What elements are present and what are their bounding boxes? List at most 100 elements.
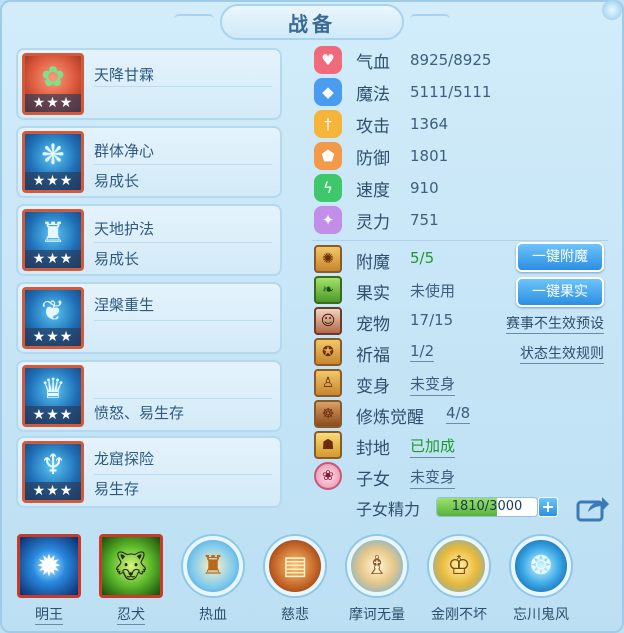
preset-link[interactable]: 赛事不生效预设 (506, 313, 604, 334)
bottom-skill-bar: ✹ 明王 🐺︎ 忍犬 ♜ 热血 ▤ 慈悲 ♗ 摩诃无量 ♔ 金刚不坏 ❂ 忘川鬼… (4, 530, 620, 630)
bottom-slot-1[interactable]: ✹ 明王 (12, 530, 86, 630)
bottom-slot-7[interactable]: ❂ 忘川鬼风 (504, 530, 578, 630)
divider (94, 86, 272, 87)
stat-label: 气血 (356, 52, 390, 73)
attr-label: 变身 (356, 377, 390, 397)
page-title: 战备 (288, 11, 336, 36)
awaken-value-link[interactable]: 4/8 (446, 404, 471, 424)
bottom-slot-5[interactable]: ♗ 摩诃无量 (340, 530, 414, 630)
divider (94, 398, 272, 399)
stat-value: 1364 (410, 115, 449, 133)
guardian-icon: ♜ ★★★ (22, 209, 84, 271)
skill-card-3[interactable]: ♜ ★★★ 天地护法 易成长 (16, 204, 282, 276)
stat-value: 910 (410, 179, 439, 197)
skill-name: 天地护法 (94, 220, 155, 238)
essence-label: 子女精力 (356, 500, 421, 519)
skill-name: 群体净心 (94, 142, 155, 160)
skill-name: 龙窟探险 (94, 450, 155, 468)
meditation-icon: ☸ (314, 400, 342, 428)
blessing-icon: ✪ (314, 338, 342, 366)
attr-label: 子女 (356, 470, 390, 490)
skill-name: 天降甘霖 (94, 66, 155, 84)
add-essence-button[interactable]: + (538, 497, 558, 517)
phoenix-icon: ❦ ★★★ (22, 287, 84, 349)
stat-defense: ⬟ 防御 1801 (314, 141, 448, 171)
skill-card-2[interactable]: ❋ ★★★ 群体净心 易成长 (16, 126, 282, 198)
orb-icon: ✹ (17, 534, 81, 598)
skill-name: 涅槃重生 (94, 296, 155, 314)
bottom-slot-2[interactable]: 🐺︎ 忍犬 (94, 530, 168, 630)
crown-icon: ♛ ★★★ (22, 365, 84, 427)
attr-label: 果实 (356, 284, 390, 304)
stat-label: 灵力 (356, 212, 390, 233)
child-value-link[interactable]: 未变身 (410, 466, 456, 489)
title-ornament-left (174, 14, 214, 24)
one-click-enchant-button[interactable]: 一键附魔 (516, 242, 604, 272)
skill-card-4[interactable]: ❦ ★★★ 涅槃重生 (16, 282, 282, 354)
divider (94, 164, 272, 165)
bottom-slot-3[interactable]: ♜ 热血 (176, 530, 250, 630)
pet-portrait-icon: ☺ (314, 307, 342, 335)
corner-gem-icon (602, 0, 622, 20)
attr-value: 未使用 (410, 282, 456, 300)
blue-feather-icon: ❋ ★★★ (22, 131, 84, 193)
attr-label: 祈福 (356, 346, 390, 366)
stat-speed: ϟ 速度 910 (314, 173, 439, 203)
monk-icon: ♜ (183, 536, 243, 596)
attr-label: 修炼觉醒 (356, 408, 424, 428)
stat-label: 魔法 (356, 84, 390, 105)
attr-label: 封地 (356, 439, 390, 459)
divider (94, 242, 272, 243)
sage-icon: ♗ (347, 536, 407, 596)
territory-icon: ☗ (314, 431, 342, 459)
bottom-slot-6[interactable]: ♔ 金刚不坏 (422, 530, 496, 630)
status-rules-link[interactable]: 状态生效规则 (520, 343, 604, 364)
stat-label: 防御 (356, 148, 390, 169)
skill-stars: ★★★ (25, 406, 81, 424)
one-click-fruit-button[interactable]: 一键果实 (516, 277, 604, 307)
stat-value: 8925/8925 (410, 51, 492, 69)
stat-label: 攻击 (356, 116, 390, 137)
skill-card-5[interactable]: ♛ ★★★ 愤怒、易生存 (16, 360, 282, 432)
golden-warrior-icon: ♔ (429, 536, 489, 596)
divider (94, 474, 272, 475)
leaf-icon: ❧ (314, 276, 342, 304)
stat-value: 751 (410, 211, 439, 229)
stat-value: 1801 (410, 147, 449, 165)
scroll-icon: ▤ (265, 536, 325, 596)
slot-label: 摩诃无量 (349, 607, 405, 623)
stat-mp: ◆ 魔法 5111/5111 (314, 77, 491, 107)
seal-value-link[interactable]: 已加成 (410, 435, 456, 458)
skill-stars: ★★★ (25, 94, 81, 112)
spirit-wind-icon: ❂ (511, 536, 571, 596)
blessing-value-link[interactable]: 1/2 (410, 342, 435, 362)
essence-progress-bar: 1810/3000 (436, 497, 538, 517)
spirit-icon: ✦ (314, 206, 342, 234)
attr-value: 5/5 (410, 249, 435, 267)
skill-sub: 愤怒、易生存 (94, 404, 185, 422)
slot-label: 忘川鬼风 (513, 607, 569, 623)
dog-icon: 🐺︎ (99, 534, 163, 598)
skill-card-6[interactable]: ♆ ★★★ 龙窟探险 易生存 (16, 436, 282, 508)
skill-sub: 易生存 (94, 480, 140, 498)
transform-value-link[interactable]: 未变身 (410, 373, 456, 396)
stat-value: 5111/5111 (410, 83, 492, 101)
share-icon (576, 497, 609, 522)
stat-label: 速度 (356, 180, 390, 201)
slot-label: 热血 (199, 607, 227, 623)
share-button[interactable] (576, 494, 610, 522)
title-banner: 战备 (220, 4, 404, 40)
slot-label: 忍犬 (117, 607, 145, 625)
dragon-helm-icon: ♆ ★★★ (22, 441, 84, 503)
skill-stars: ★★★ (25, 482, 81, 500)
essence-value: 1810/3000 (451, 499, 523, 514)
skill-stars: ★★★ (25, 172, 81, 190)
skill-card-1[interactable]: ✿ ★★★ 天降甘霖 (16, 48, 282, 120)
skill-stars: ★★★ (25, 328, 81, 346)
attr-label: 宠物 (356, 315, 390, 335)
stat-spirit: ✦ 灵力 751 (314, 205, 439, 235)
stat-hp: ♥ 气血 8925/8925 (314, 45, 491, 75)
bottom-slot-4[interactable]: ▤ 慈悲 (258, 530, 332, 630)
attr-value: 17/15 (410, 311, 454, 329)
shield-icon: ⬟ (314, 142, 342, 170)
